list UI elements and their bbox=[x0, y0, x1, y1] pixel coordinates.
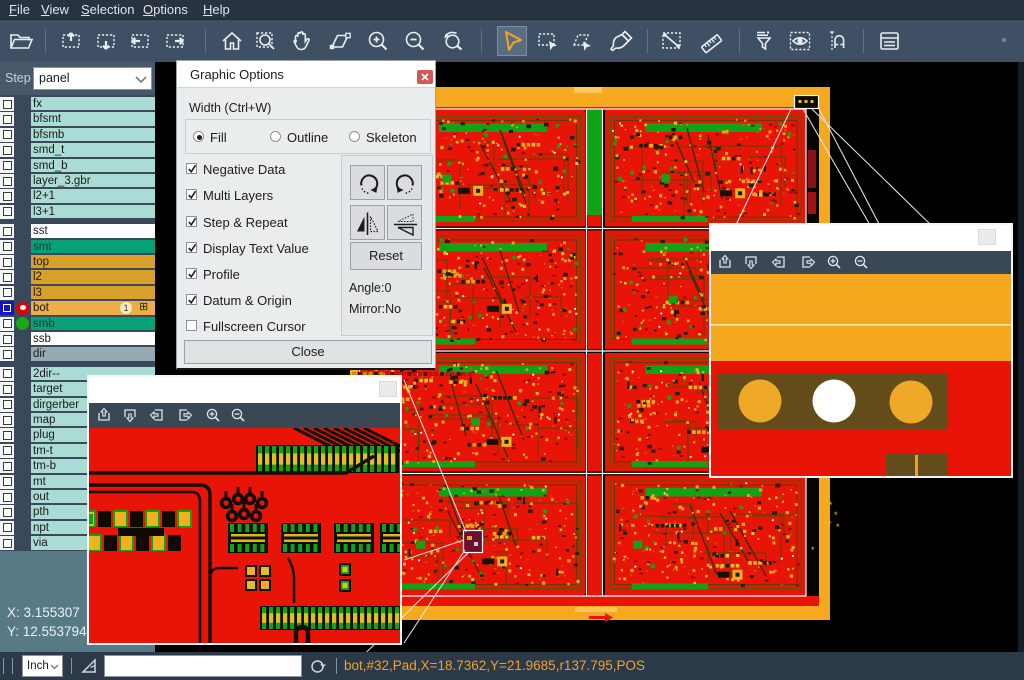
svg-text:*: * bbox=[836, 522, 840, 532]
svg-text:*: * bbox=[829, 500, 833, 510]
svg-text:*: * bbox=[828, 519, 832, 529]
svg-text:*: * bbox=[834, 510, 838, 520]
svg-text:*: * bbox=[811, 545, 815, 555]
